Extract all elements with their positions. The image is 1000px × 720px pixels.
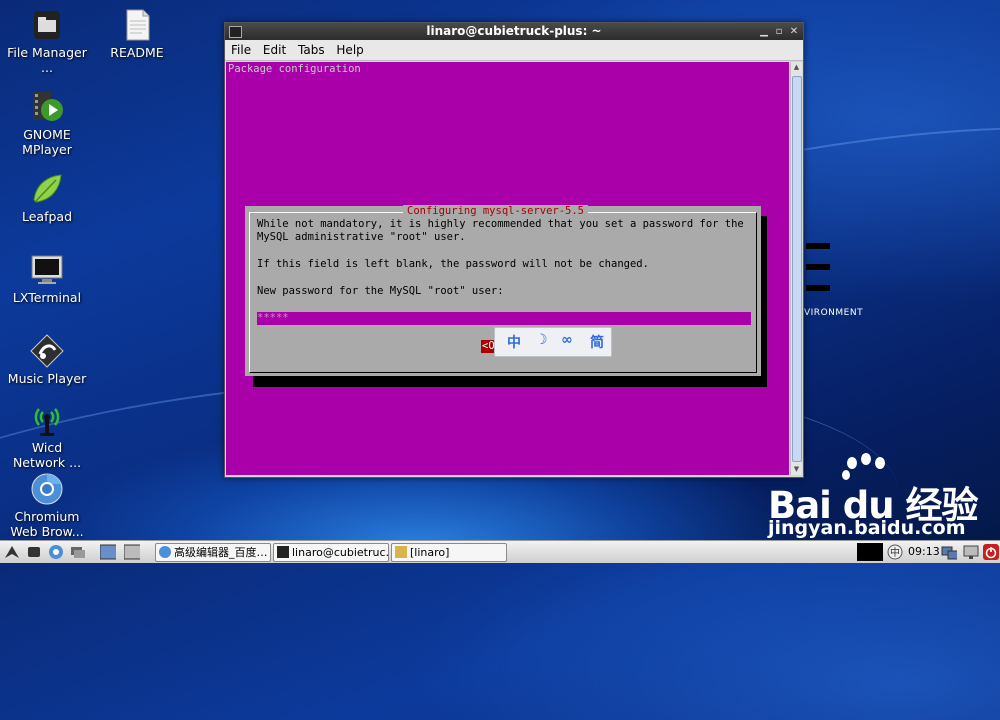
task-label: [linaro] xyxy=(410,546,450,559)
wicd-icon xyxy=(30,403,64,437)
power-icon[interactable] xyxy=(983,544,999,560)
chromium-icon xyxy=(30,472,64,506)
mplayer-icon xyxy=(30,90,64,124)
file-manager-icon xyxy=(30,8,64,42)
desktop-icon-label: Wicd Network ... xyxy=(12,440,82,470)
network-icon[interactable] xyxy=(941,544,957,560)
terminal-area[interactable]: Package configuration Configuring mysql-… xyxy=(226,62,789,475)
window-title: linaro@cubietruck-plus: ~ xyxy=(426,24,602,38)
desktop-icon-label: Leafpad xyxy=(21,209,73,224)
taskbar: 高级编辑器_百度… linaro@cubietruc… [linaro] 中 0… xyxy=(0,540,1000,563)
desktop-icon-music-player[interactable]: Music Player xyxy=(7,334,87,386)
terminal-window[interactable]: linaro@cubietruck-plus: ~ ▁ ▫ ✕ File Edi… xyxy=(224,22,804,478)
background-logo-text: VIRONMENT xyxy=(804,308,864,318)
ime-punctuation-icon[interactable]: ∞ xyxy=(561,332,573,348)
terminal-icon xyxy=(277,546,289,558)
dialog-text-line: If this field is left blank, the passwor… xyxy=(257,258,649,270)
ime-simplified[interactable]: 简 xyxy=(590,332,604,352)
desktop-icon-label: Music Player xyxy=(7,371,87,386)
start-menu-icon[interactable] xyxy=(4,544,20,560)
menu-edit[interactable]: Edit xyxy=(263,43,286,57)
taskbar-task[interactable]: [linaro] xyxy=(391,543,507,562)
show-desktop-icon[interactable] xyxy=(70,544,86,560)
desktop-icon-label: Chromium Web Brow... xyxy=(10,509,84,539)
leafpad-icon xyxy=(30,172,64,206)
dialog-text-line: MySQL administrative "root" user. xyxy=(257,231,466,243)
desktop-icon-label: LXTerminal xyxy=(12,290,82,305)
cpu-monitor xyxy=(857,543,883,561)
desktop-icon-readme[interactable]: README xyxy=(97,8,177,60)
file-manager-launcher-icon[interactable] xyxy=(26,544,42,560)
chromium-launcher-icon[interactable] xyxy=(48,544,64,560)
window-icon xyxy=(229,26,242,38)
terminal-icon xyxy=(30,253,64,287)
menu-tabs[interactable]: Tabs xyxy=(298,43,325,57)
baidu-paw-icon xyxy=(842,453,885,480)
maximize-icon[interactable]: ▫ xyxy=(772,23,786,40)
menubar: File Edit Tabs Help xyxy=(225,40,803,61)
chromium-icon xyxy=(159,546,171,558)
clock[interactable]: 09:13 xyxy=(908,544,940,560)
logo-bar xyxy=(806,264,830,270)
workspace-1-icon[interactable] xyxy=(100,544,116,560)
ime-tray-icon[interactable]: 中 xyxy=(887,544,903,560)
text-document-icon xyxy=(120,8,154,42)
minimize-icon[interactable]: ▁ xyxy=(757,23,771,40)
ime-chinese-mode[interactable]: 中 xyxy=(507,332,521,352)
scroll-up-icon[interactable]: ▲ xyxy=(791,62,802,73)
svg-text:中: 中 xyxy=(890,546,900,559)
desktop-icon-label: File Manager ... xyxy=(7,45,87,75)
desktop-icon-leafpad[interactable]: Leafpad xyxy=(7,172,87,224)
window-titlebar[interactable]: linaro@cubietruck-plus: ~ ▁ ▫ ✕ xyxy=(225,23,803,40)
workspace-2-icon[interactable] xyxy=(124,544,140,560)
password-prompt: New password for the MySQL "root" user: xyxy=(257,285,504,297)
taskbar-task[interactable]: 高级编辑器_百度… xyxy=(155,543,271,562)
logo-bar xyxy=(806,285,830,291)
desktop-icon-wicd[interactable]: Wicd Network ... xyxy=(7,403,87,470)
ime-toolbar: 中 ☽ ∞ 简 xyxy=(494,327,612,357)
desktop-icon-chromium[interactable]: Chromium Web Brow... xyxy=(7,472,87,539)
ime-halfwidth-icon[interactable]: ☽ xyxy=(535,332,548,348)
scroll-down-icon[interactable]: ▼ xyxy=(791,464,802,475)
display-icon[interactable] xyxy=(963,544,979,560)
task-label: 高级编辑器_百度… xyxy=(174,546,268,559)
desktop-icon-gnome-mplayer[interactable]: GNOME MPlayer xyxy=(7,90,87,157)
desktop-icon-label: GNOME MPlayer xyxy=(22,127,72,157)
task-label: linaro@cubietruc… xyxy=(292,546,389,559)
scrollbar-thumb[interactable] xyxy=(792,76,802,462)
dialog-title: Configuring mysql-server-5.5 xyxy=(403,205,589,217)
baidu-url: jingyan.baidu.com xyxy=(768,517,966,539)
vertical-scrollbar[interactable]: ▲ ▼ xyxy=(790,62,802,475)
menu-file[interactable]: File xyxy=(231,43,251,57)
password-input[interactable]: ***** xyxy=(257,312,751,325)
folder-icon xyxy=(395,546,407,558)
music-player-icon xyxy=(30,334,64,368)
desktop-icon-file-manager[interactable]: File Manager ... xyxy=(7,8,87,75)
taskbar-task[interactable]: linaro@cubietruc… xyxy=(273,543,389,562)
menu-help[interactable]: Help xyxy=(336,43,363,57)
desktop-icon-lxterminal[interactable]: LXTerminal xyxy=(7,253,87,305)
package-configuration-header: Package configuration xyxy=(228,63,361,75)
dialog-text-line: While not mandatory, it is highly recomm… xyxy=(257,218,744,230)
desktop-icon-label: README xyxy=(110,45,164,60)
logo-bar xyxy=(806,243,830,249)
close-icon[interactable]: ✕ xyxy=(787,23,801,40)
